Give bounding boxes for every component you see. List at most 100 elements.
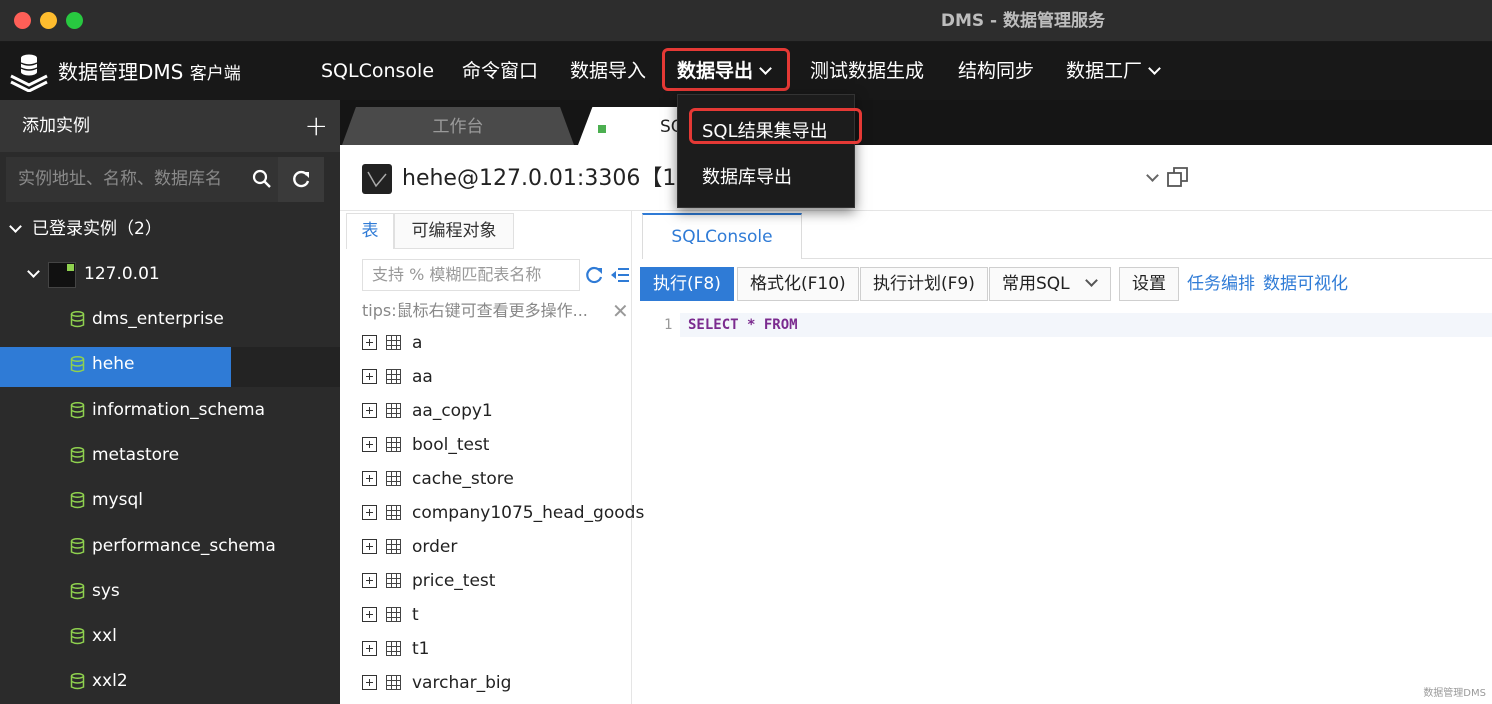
common-sql-select[interactable]: 常用SQL [989,267,1111,301]
instance-label: 127.0.01 [84,264,160,284]
tips-text: tips:鼠标右键可查看更多操作... [362,301,588,320]
chevron-down-icon [1085,274,1098,287]
table-grid-icon [386,641,401,656]
data-visualization-link[interactable]: 数据可视化 [1263,267,1348,301]
add-instance-label: 添加实例 [22,116,90,136]
tab-workbench[interactable]: 工作台 [342,107,574,145]
table-name: price_test [412,571,496,591]
tab-editor-sqlconsole[interactable]: SQLConsole [642,213,802,259]
database-label: performance_schema [92,535,276,556]
filter-placeholder: 支持 % 模糊匹配表名称 [372,265,542,284]
instance-search-input[interactable]: 实例地址、名称、数据库名 [6,157,282,202]
expand-icon[interactable] [362,675,377,690]
database-label: sys [92,580,120,601]
database-row[interactable]: xxl2 [0,659,340,704]
menu-sqlconsole[interactable]: SQLConsole [321,42,434,100]
database-icon [70,492,85,509]
expand-icon[interactable] [362,607,377,622]
search-icon[interactable] [252,169,272,189]
expand-icon[interactable] [362,471,377,486]
table-grid-icon [386,539,401,554]
database-icon [70,356,85,373]
tab-tables[interactable]: 表 [346,213,394,249]
chevron-down-icon [1148,62,1161,75]
table-name: t [412,605,419,625]
format-button[interactable]: 格式化(F10) [737,267,859,301]
line-number: 1 [664,317,673,333]
table-grid-icon [386,607,401,622]
menu-database-export[interactable]: 数据库导出 [702,163,792,189]
database-label: xxl2 [92,671,128,692]
logged-in-group[interactable]: 已登录实例（2） [0,207,340,252]
table-grid-icon [386,437,401,452]
database-row[interactable]: dms_enterprise [0,297,340,342]
connection-bar: hehe@127.0.01:3306【127 [340,145,1492,211]
main-area: hehe@127.0.01:3306【127 表 可编程对象 支持 % 模糊匹配… [340,145,1492,704]
database-label: dms_enterprise [92,309,224,329]
settings-button[interactable]: 设置 [1119,267,1179,301]
database-icon [70,537,85,554]
database-row[interactable]: information_schema [0,388,340,433]
table-name: order [412,537,458,557]
refresh-icon [293,170,310,188]
table-filter-input[interactable]: 支持 % 模糊匹配表名称 [362,259,580,291]
close-icon[interactable]: ✕ [612,297,629,325]
database-label: hehe [92,354,135,375]
database-row[interactable]: performance_schema [0,524,340,569]
explain-plan-button[interactable]: 执行计划(F9) [860,267,988,301]
table-grid-icon [386,505,401,520]
object-panel: 表 可编程对象 支持 % 模糊匹配表名称 tips:鼠标右键可查看更多操作...… [340,211,644,704]
instance-row[interactable]: 127.0.01 [0,252,340,297]
database-row[interactable]: sys [0,569,340,614]
connection-title: hehe@127.0.01:3306【127 [402,166,705,191]
expand-icon[interactable] [362,369,377,384]
new-window-icon[interactable] [1166,165,1190,189]
active-line-highlight [680,313,1492,337]
menu-command-window[interactable]: 命令窗口 [462,42,538,100]
menu-schema-sync[interactable]: 结构同步 [958,42,1034,100]
tab-programmable[interactable]: 可编程对象 [394,213,514,249]
refresh-icon[interactable] [584,265,604,285]
database-label: metastore [92,444,180,465]
table-grid-icon [386,675,401,690]
expand-icon[interactable] [362,505,377,520]
sidebar: 添加实例 + 实例地址、名称、数据库名 已登录实例（2） 127.0.01 dm… [0,100,340,704]
expand-icon[interactable] [362,437,377,452]
highlight-box [689,108,862,144]
menu-data-factory[interactable]: 数据工厂 [1066,42,1161,100]
table-name: t1 [412,639,430,659]
table-name: varchar_big [412,673,512,693]
table-name: company1075_head_goods [412,503,645,523]
common-sql-label: 常用SQL [1002,274,1070,294]
mysql-dolphin-icon [362,164,392,194]
expand-icon[interactable] [362,335,377,350]
sql-code[interactable]: SELECT * FROM [688,313,798,337]
task-orchestration-link[interactable]: 任务编排 [1187,267,1255,301]
execute-button[interactable]: 执行(F8) [640,267,734,301]
database-icon [70,673,85,690]
menu-test-data[interactable]: 测试数据生成 [810,42,924,100]
database-row[interactable]: xxl [0,614,340,659]
app-name-text: 数据管理DMS [58,60,184,84]
database-icon [70,582,85,600]
sql-editor: SQLConsole 执行(F8) 格式化(F10) 执行计划(F9) 常用SQ… [640,211,1492,704]
database-icon [70,401,85,418]
status-dot [598,125,606,133]
group-label: 已登录实例（2） [32,219,162,239]
database-row[interactable]: hehe [0,342,340,387]
table-name: aa [412,367,433,387]
expand-icon[interactable] [362,539,377,554]
expand-icon[interactable] [362,573,377,588]
expand-icon[interactable] [362,641,377,656]
add-instance-button[interactable]: + [305,100,328,152]
window-titlebar: DMS - 数据管理服务 [0,0,1492,42]
database-row[interactable]: metastore [0,433,340,478]
database-label: information_schema [92,399,266,420]
menu-data-import[interactable]: 数据导入 [570,42,646,100]
table-name: bool_test [412,435,490,455]
refresh-button[interactable] [278,157,324,202]
expand-icon[interactable] [362,403,377,418]
chevron-down-icon[interactable] [1146,169,1159,182]
list-collapse-icon[interactable] [610,265,630,285]
database-row[interactable]: mysql [0,478,340,523]
